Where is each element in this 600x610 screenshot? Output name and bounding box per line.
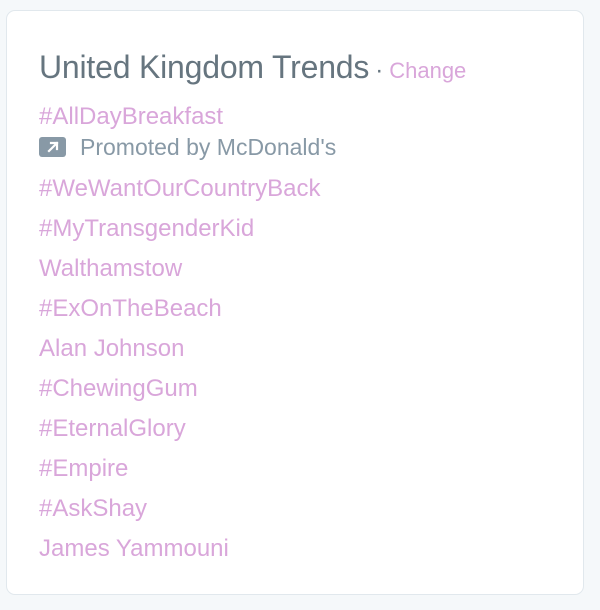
- trends-list: #AllDayBreakfast Promoted by McDonald's: [39, 103, 336, 161]
- trends-card: United Kingdom Trends · Change #AllDayBrea…: [6, 10, 584, 595]
- promoted-trend-link[interactable]: #AllDayBreakfast: [39, 103, 336, 131]
- trend-link[interactable]: Walthamstow: [39, 255, 320, 283]
- trend-link[interactable]: #MyTransgenderKid: [39, 215, 320, 243]
- trend-link[interactable]: #ExOnTheBeach: [39, 295, 320, 323]
- trends-title: United Kingdom Trends: [39, 49, 370, 85]
- trend-item: #WeWantOurCountryBack: [39, 175, 320, 215]
- regular-trends-list: #WeWantOurCountryBack #MyTransgenderKid …: [39, 175, 320, 575]
- title-separator: ·: [375, 57, 384, 84]
- trend-item: #EternalGlory: [39, 415, 320, 455]
- trend-item: #ExOnTheBeach: [39, 295, 320, 335]
- promoted-trend-item: #AllDayBreakfast Promoted by McDonald's: [39, 103, 336, 161]
- trend-link[interactable]: Alan Johnson: [39, 335, 320, 363]
- change-location-link[interactable]: Change: [389, 58, 466, 83]
- trend-item: #Empire: [39, 455, 320, 495]
- trend-item: #MyTransgenderKid: [39, 215, 320, 255]
- trend-item: Alan Johnson: [39, 335, 320, 375]
- trend-item: #AskShay: [39, 495, 320, 535]
- trend-item: Walthamstow: [39, 255, 320, 295]
- trend-link[interactable]: James Yammouni: [39, 535, 320, 563]
- trend-link[interactable]: #Empire: [39, 455, 320, 483]
- promoted-by-text: Promoted by McDonald's: [80, 134, 337, 160]
- trend-item: James Yammouni: [39, 535, 320, 575]
- trend-item: #ChewingGum: [39, 375, 320, 415]
- trend-link[interactable]: #ChewingGum: [39, 375, 320, 403]
- promoted-by-label: Promoted by McDonald's: [39, 133, 336, 161]
- promoted-arrow-icon: [39, 137, 66, 157]
- trend-link[interactable]: #EternalGlory: [39, 415, 320, 443]
- trend-link[interactable]: #AskShay: [39, 495, 320, 523]
- trend-link[interactable]: #WeWantOurCountryBack: [39, 175, 320, 203]
- trends-header: United Kingdom Trends · Change: [39, 51, 466, 83]
